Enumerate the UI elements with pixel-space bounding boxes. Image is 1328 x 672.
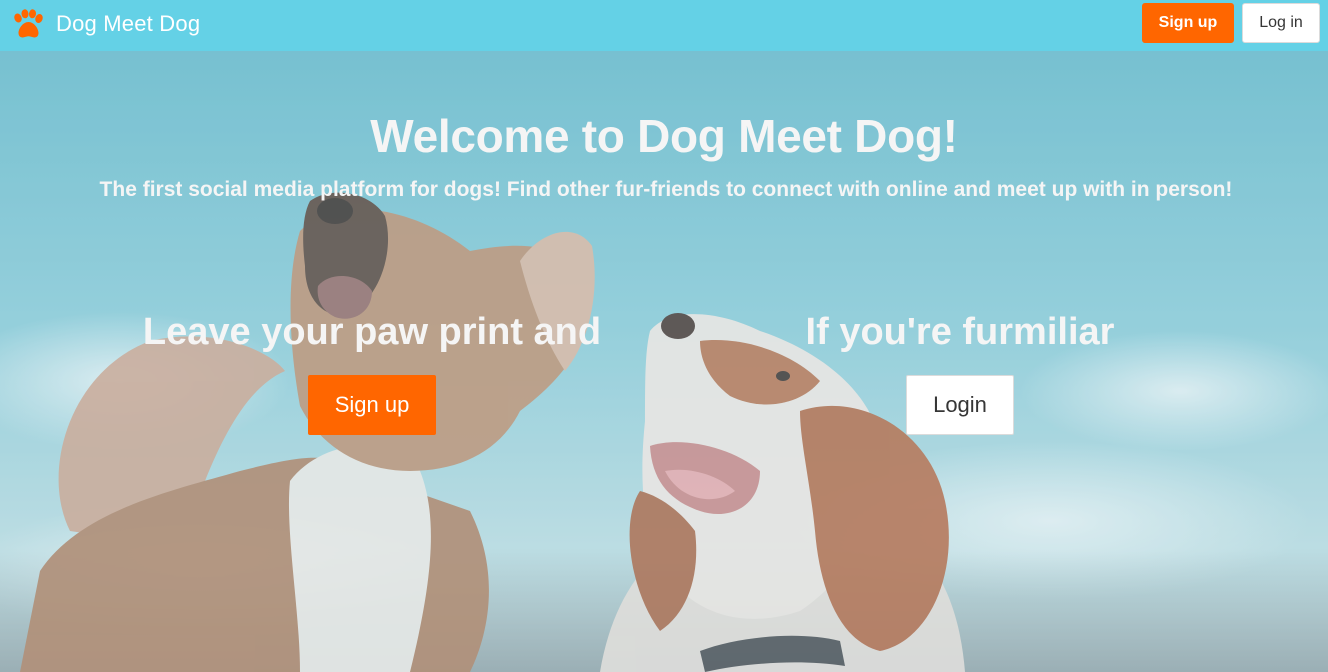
- brand-name: Dog Meet Dog: [56, 11, 201, 36]
- brand-link[interactable]: Dog Meet Dog: [11, 7, 200, 41]
- hero-section: Welcome to Dog Meet Dog! The first socia…: [0, 51, 1328, 672]
- paw-icon: [14, 9, 43, 38]
- signup-heading: Leave your paw print and: [142, 311, 602, 353]
- hero-title: Welcome to Dog Meet Dog!: [370, 110, 958, 162]
- hero-subtitle: The first social media platform for dogs…: [99, 178, 1233, 201]
- hero-login-button[interactable]: Login: [906, 375, 1014, 435]
- login-heading: If you're furmiliar: [805, 311, 1115, 353]
- hero-signup-button[interactable]: Sign up: [308, 375, 436, 435]
- top-navbar: Dog Meet Dog Sign up Log in: [0, 0, 1328, 51]
- nav-login-button[interactable]: Log in: [1242, 3, 1320, 43]
- nav-signup-button[interactable]: Sign up: [1142, 3, 1234, 43]
